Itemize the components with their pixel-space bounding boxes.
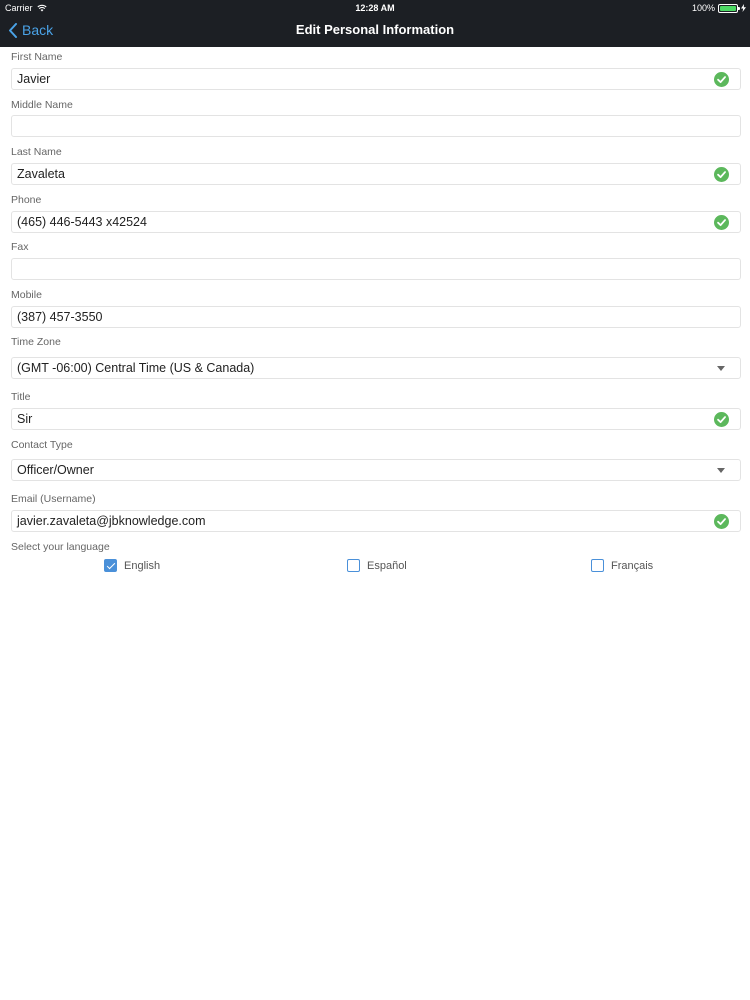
caret-down-icon[interactable] — [717, 468, 725, 473]
first-name-value: Javier — [17, 72, 51, 86]
last-name-label: Last Name — [11, 146, 62, 158]
language-checkbox[interactable] — [591, 559, 604, 572]
battery-level — [720, 5, 736, 11]
caret-down-icon[interactable] — [717, 366, 725, 371]
status-time: 12:28 AM — [355, 3, 395, 13]
check-circle-icon — [714, 167, 729, 182]
contact-type-label: Contact Type — [11, 439, 73, 451]
language-option-english[interactable]: English — [104, 559, 160, 572]
last-name-field[interactable]: Zavaleta — [11, 163, 741, 185]
battery-percent: 100% — [691, 3, 715, 13]
battery-icon — [718, 3, 740, 13]
status-bar: Carrier 12:28 AM 100% — [0, 0, 750, 16]
language-option-label: English — [124, 559, 161, 572]
contact-type-value: Officer/Owner — [17, 463, 94, 477]
language-checkbox[interactable] — [104, 559, 117, 572]
language-label: Select your language — [11, 541, 110, 553]
back-label: Back — [22, 22, 54, 38]
phone-value: (465) 446-5443 x42524 — [17, 215, 147, 229]
middle-name-field[interactable] — [11, 115, 741, 137]
app-header: Carrier 12:28 AM 100% Back Edit Personal… — [0, 0, 750, 47]
time-zone-value: (GMT -06:00) Central Time (US & Canada) — [17, 361, 255, 375]
language-option-espa-ol[interactable]: Español — [347, 559, 407, 572]
email-username-field[interactable]: javier.zavaleta@jbknowledge.com — [11, 510, 741, 532]
phone-field[interactable]: (465) 446-5443 x42524 — [11, 211, 741, 233]
charging-icon — [741, 4, 746, 12]
language-option-label: Français — [611, 559, 654, 572]
check-circle-icon — [714, 412, 729, 427]
language-option-label: Español — [367, 559, 407, 572]
title-label: Title — [11, 391, 31, 403]
phone-label: Phone — [11, 194, 42, 206]
first-name-label: First Name — [11, 51, 63, 63]
check-circle-icon — [714, 72, 729, 87]
check-circle-icon — [714, 514, 729, 529]
back-button[interactable]: Back — [8, 22, 53, 38]
contact-type-select[interactable]: Officer/Owner — [11, 459, 741, 481]
language-checkbox[interactable] — [347, 559, 360, 572]
status-battery-group: 100% — [692, 3, 746, 13]
middle-name-label: Middle Name — [11, 99, 73, 111]
check-circle-icon — [714, 215, 729, 230]
language-option-fran-ais[interactable]: Français — [591, 559, 653, 572]
email-username-label: Email (Username) — [11, 493, 96, 505]
time-zone-select[interactable]: (GMT -06:00) Central Time (US & Canada) — [11, 357, 741, 379]
fax-field[interactable] — [11, 258, 741, 280]
chevron-left-icon — [9, 22, 17, 38]
page-title: Edit Personal Information — [295, 22, 455, 37]
last-name-value: Zavaleta — [17, 167, 65, 181]
mobile-field[interactable]: (387) 457-3550 — [11, 306, 741, 328]
mobile-label: Mobile — [11, 289, 42, 301]
first-name-field[interactable]: Javier — [11, 68, 741, 90]
battery-cap — [738, 6, 740, 10]
title-value: Sir — [17, 412, 33, 426]
fax-label: Fax — [11, 241, 29, 253]
title-field[interactable]: Sir — [11, 408, 741, 430]
time-zone-label: Time Zone — [11, 336, 61, 348]
email-username-value: javier.zavaleta@jbknowledge.com — [17, 514, 206, 528]
mobile-value: (387) 457-3550 — [17, 310, 103, 324]
